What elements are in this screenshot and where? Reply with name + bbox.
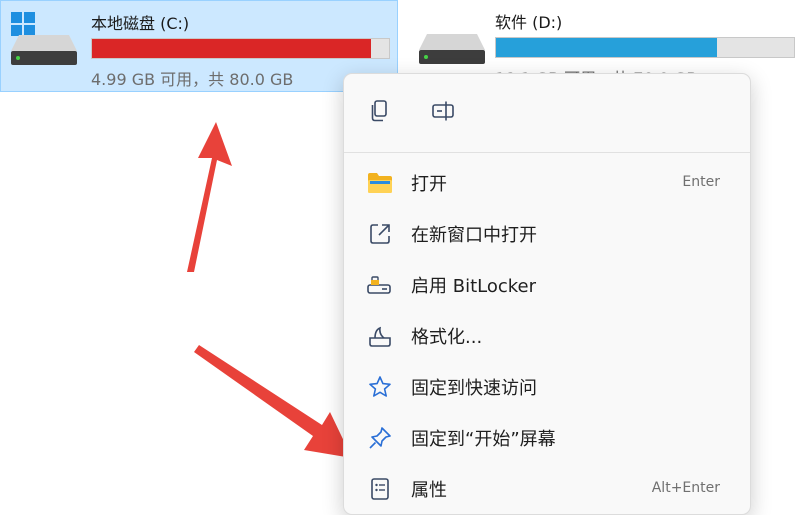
menu-item-label: 打开 <box>411 174 447 195</box>
open-new-window-icon <box>367 221 393 247</box>
hard-drive-icon <box>11 35 77 65</box>
drive-d-usage-bar <box>495 37 795 58</box>
menu-item-open-new-window[interactable]: 在新窗口中打开 <box>344 209 750 257</box>
menu-item-open[interactable]: 打开 Enter <box>344 158 750 206</box>
drive-c-free-space: 4.99 GB 可用，共 80.0 GB <box>91 70 294 89</box>
menu-item-label: 固定到快速访问 <box>411 378 537 399</box>
menu-separator <box>344 152 750 153</box>
menu-item-shortcut: Enter <box>682 174 720 190</box>
menu-item-pin-start[interactable]: 固定到“开始”屏幕 <box>344 413 750 461</box>
menu-item-shortcut: Alt+Enter <box>651 480 720 496</box>
copy-button[interactable] <box>363 94 397 128</box>
star-icon <box>367 374 393 400</box>
rename-button[interactable] <box>426 94 460 128</box>
format-drive-icon <box>367 323 393 349</box>
drive-c-usage-bar <box>91 38 390 59</box>
context-menu: 打开 Enter 在新窗口中打开 启用 BitLocker 格式化... 固定到… <box>343 73 751 515</box>
quick-actions-row <box>344 74 750 144</box>
hard-drive-icon <box>419 34 485 64</box>
drive-d-usage-fill <box>496 38 717 57</box>
bitlocker-key-icon <box>367 272 393 298</box>
rename-icon <box>432 101 454 121</box>
drive-c-name: 本地磁盘 (C:) <box>91 14 190 33</box>
menu-item-label: 固定到“开始”屏幕 <box>411 429 556 450</box>
menu-item-label: 启用 BitLocker <box>411 276 537 297</box>
properties-icon <box>367 476 393 502</box>
pin-icon <box>367 425 393 451</box>
menu-item-label: 属性 <box>411 480 447 501</box>
copy-icon <box>371 100 387 122</box>
menu-item-label: 在新窗口中打开 <box>411 225 537 246</box>
drive-d-name: 软件 (D:) <box>495 13 563 32</box>
drive-c-usage-fill <box>92 39 372 58</box>
menu-item-bitlocker[interactable]: 启用 BitLocker <box>344 260 750 308</box>
folder-icon <box>367 170 393 196</box>
drive-c-tile[interactable]: 本地磁盘 (C:) 4.99 GB 可用，共 80.0 GB <box>0 0 398 92</box>
menu-item-pin-quick-access[interactable]: 固定到快速访问 <box>344 362 750 410</box>
menu-item-properties[interactable]: 属性 Alt+Enter <box>344 464 750 512</box>
menu-item-format[interactable]: 格式化... <box>344 311 750 359</box>
menu-item-label: 格式化... <box>411 327 483 348</box>
